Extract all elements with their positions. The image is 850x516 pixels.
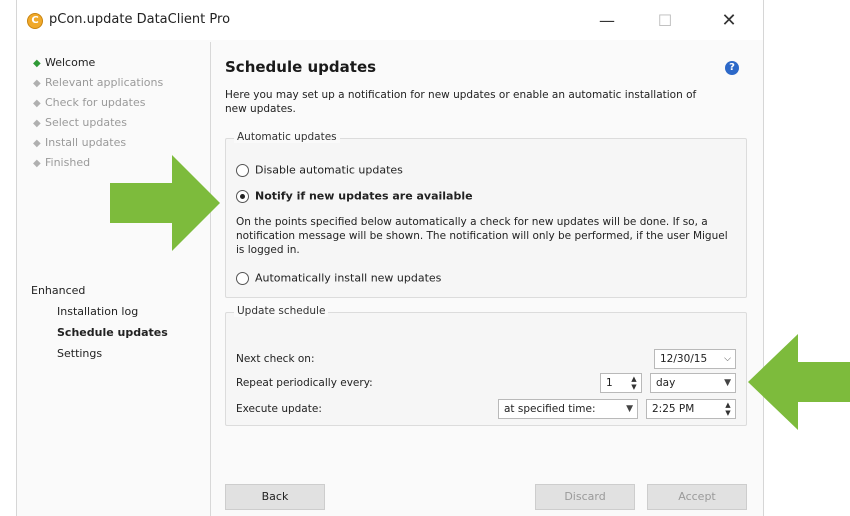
execute-time-stepper[interactable]: 2:25 PM ▲ ▼ xyxy=(646,399,736,419)
annotation-arrow-shape xyxy=(110,155,220,251)
update-schedule-legend: Update schedule xyxy=(234,305,329,317)
accept-button[interactable]: Accept xyxy=(647,484,747,510)
radio-automatically-install[interactable]: Automatically install new updates xyxy=(236,271,441,287)
sidebar-item-schedule-updates[interactable]: Schedule updates xyxy=(57,326,168,339)
diamond-bullet-icon: ◆ xyxy=(33,98,41,109)
repeat-label: Repeat periodically every: xyxy=(236,377,373,389)
sidebar-item-settings[interactable]: Settings xyxy=(57,347,102,360)
repeat-unit-value: day xyxy=(656,377,676,389)
close-button[interactable]: ✕ xyxy=(709,8,749,34)
help-icon[interactable]: ? xyxy=(725,61,739,75)
sidebar-step-check-for-updates[interactable]: ◆ Check for updates xyxy=(33,96,145,114)
title-bar: C pCon.update DataClient Pro — ☐ ✕ xyxy=(17,0,763,40)
intro-text: Here you may set up a notification for n… xyxy=(225,89,697,115)
automatic-updates-legend: Automatic updates xyxy=(234,131,340,143)
repeat-interval-value: 1 xyxy=(606,377,613,389)
radio-notify-new-updates[interactable]: Notify if new updates are available xyxy=(236,189,473,205)
radio-disable-automatic-updates[interactable]: Disable automatic updates xyxy=(236,163,403,179)
annotation-arrow-shape xyxy=(748,334,850,430)
main-panel: Schedule updates ? Here you may set up a… xyxy=(211,42,763,516)
update-schedule-group: Update schedule Next check on: 12/30/15 … xyxy=(225,305,747,426)
sidebar-step-label: Finished xyxy=(45,156,91,169)
diamond-bullet-icon: ◆ xyxy=(33,138,41,149)
radio-label: Notify if new updates are available xyxy=(255,189,473,203)
next-check-date-picker[interactable]: 12/30/15 ⌵ xyxy=(654,349,736,369)
sidebar-step-welcome[interactable]: ◆ Welcome xyxy=(33,56,95,74)
back-button[interactable]: Back xyxy=(225,484,325,510)
sidebar-item-installation-log[interactable]: Installation log xyxy=(57,305,138,318)
sidebar-step-relevant-applications[interactable]: ◆ Relevant applications xyxy=(33,76,163,94)
automatic-updates-group: Automatic updates Disable automatic upda… xyxy=(225,131,747,298)
diamond-bullet-icon: ◆ xyxy=(33,158,41,169)
app-logo-icon: C xyxy=(27,13,43,29)
radio-label: Automatically install new updates xyxy=(255,271,442,285)
discard-button[interactable]: Discard xyxy=(535,484,635,510)
page-title: Schedule updates xyxy=(225,58,377,76)
sidebar-step-label: Check for updates xyxy=(45,96,146,109)
enhanced-heading: Enhanced xyxy=(31,284,86,297)
repeat-unit-select[interactable]: day ▼ xyxy=(650,373,736,393)
window-title: pCon.update DataClient Pro xyxy=(49,12,231,27)
execute-mode-value: at specified time: xyxy=(504,403,596,415)
dropdown-arrow-icon: ▼ xyxy=(724,378,731,388)
stepper-arrows-icon[interactable]: ▲ ▼ xyxy=(630,375,638,391)
chevron-down-icon: ⌵ xyxy=(724,354,731,364)
stepper-arrows-icon[interactable]: ▲ ▼ xyxy=(724,401,732,417)
radio-unchecked-icon xyxy=(236,163,249,177)
app-window: C pCon.update DataClient Pro — ☐ ✕ ◆ Welc… xyxy=(17,0,763,516)
maximize-button[interactable]: ☐ xyxy=(645,8,685,34)
repeat-interval-stepper[interactable]: 1 ▲ ▼ xyxy=(600,373,642,393)
sidebar-step-label: Relevant applications xyxy=(45,76,164,89)
sidebar-step-label: Install updates xyxy=(45,136,127,149)
radio-unchecked-icon xyxy=(236,271,249,285)
sidebar-step-label: Welcome xyxy=(45,56,96,69)
sidebar-step-finished[interactable]: ◆ Finished xyxy=(33,156,90,174)
execute-time-value: 2:25 PM xyxy=(652,403,695,415)
notify-description: On the points specified below automatica… xyxy=(236,216,728,256)
next-check-value: 12/30/15 xyxy=(660,353,708,365)
sidebar-step-install-updates[interactable]: ◆ Install updates xyxy=(33,136,126,154)
annotation-arrow-right-icon xyxy=(110,155,220,251)
dropdown-arrow-icon: ▼ xyxy=(626,404,633,414)
annotation-arrow-left-icon xyxy=(748,334,850,430)
sidebar: ◆ Welcome ◆ Relevant applications ◆ Check f… xyxy=(17,42,211,516)
diamond-bullet-icon: ◆ xyxy=(33,118,41,129)
execute-update-label: Execute update: xyxy=(236,403,322,415)
minimize-button[interactable]: — xyxy=(587,8,627,34)
diamond-bullet-icon: ◆ xyxy=(33,58,41,69)
diamond-bullet-icon: ◆ xyxy=(33,78,41,89)
radio-checked-icon xyxy=(236,189,249,203)
execute-mode-select[interactable]: at specified time: ▼ xyxy=(498,399,638,419)
next-check-label: Next check on: xyxy=(236,353,315,365)
sidebar-step-select-updates[interactable]: ◆ Select updates xyxy=(33,116,127,134)
radio-label: Disable automatic updates xyxy=(255,163,403,177)
sidebar-step-label: Select updates xyxy=(45,116,127,129)
